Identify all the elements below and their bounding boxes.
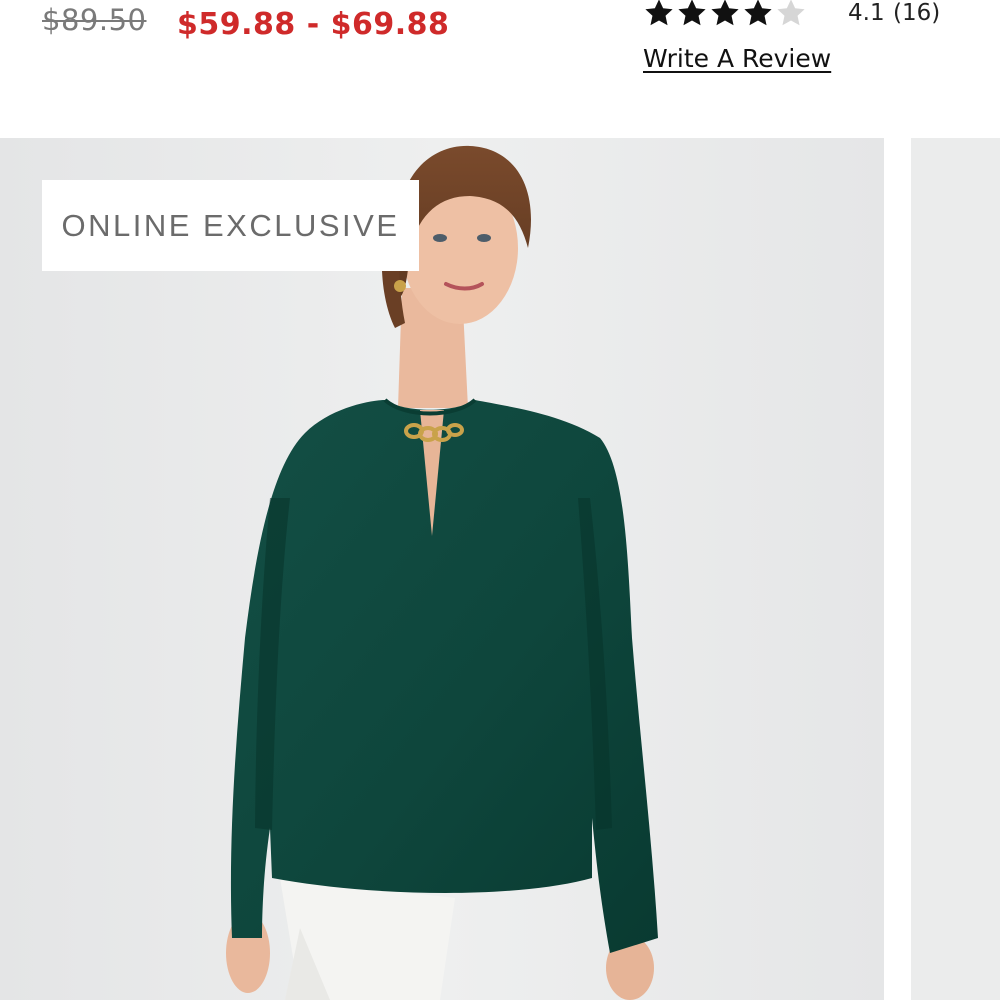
- next-product-image-peek[interactable]: [911, 138, 1000, 1000]
- product-image-carousel[interactable]: ONLINE EXCLUSIVE: [0, 138, 1000, 1000]
- star-filled-icon: [742, 0, 774, 29]
- star-rating[interactable]: [643, 0, 808, 32]
- review-count[interactable]: (16): [893, 0, 940, 32]
- online-exclusive-badge: ONLINE EXCLUSIVE: [42, 180, 419, 271]
- rating-value: 4.1: [848, 0, 885, 26]
- sale-price: $59.88 - $69.88: [177, 7, 450, 42]
- star-empty-icon: [775, 0, 807, 29]
- original-price: $89.50: [42, 3, 147, 37]
- star-filled-icon: [709, 0, 741, 29]
- product-image[interactable]: ONLINE EXCLUSIVE: [0, 138, 884, 1000]
- star-filled-icon: [676, 0, 708, 29]
- write-review-link[interactable]: Write A Review: [643, 42, 831, 76]
- star-filled-icon: [643, 0, 675, 29]
- product-detail-page: $89.50 $59.88 - $69.88 4.1 (16) Write A …: [0, 0, 1000, 1000]
- badge-label: ONLINE EXCLUSIVE: [61, 207, 400, 243]
